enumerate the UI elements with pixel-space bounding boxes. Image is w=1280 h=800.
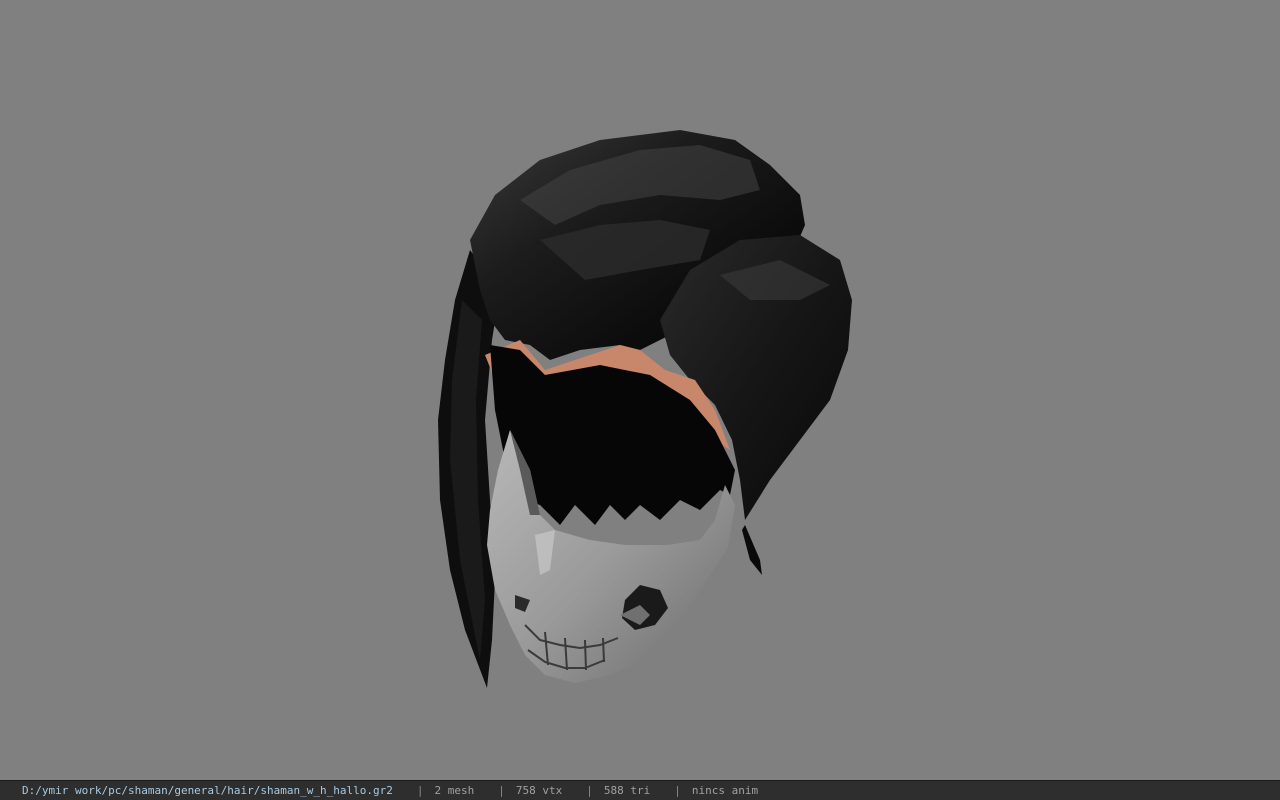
separator: | [586, 784, 593, 797]
separator: | [498, 784, 505, 797]
status-bar: D:/ymir work/pc/shaman/general/hair/sham… [0, 780, 1280, 800]
separator: | [416, 784, 424, 797]
separator: | [674, 784, 681, 797]
triangle-count: 588 tri [603, 784, 651, 797]
model-render [438, 130, 852, 688]
vertex-count: 758 vtx [515, 784, 563, 797]
file-path: D:/ymir work/pc/shaman/general/hair/sham… [22, 784, 393, 797]
mesh-count: 2 mesh [434, 784, 475, 797]
3d-viewport[interactable] [0, 0, 1280, 780]
animation-status: nincs anim [691, 784, 759, 797]
